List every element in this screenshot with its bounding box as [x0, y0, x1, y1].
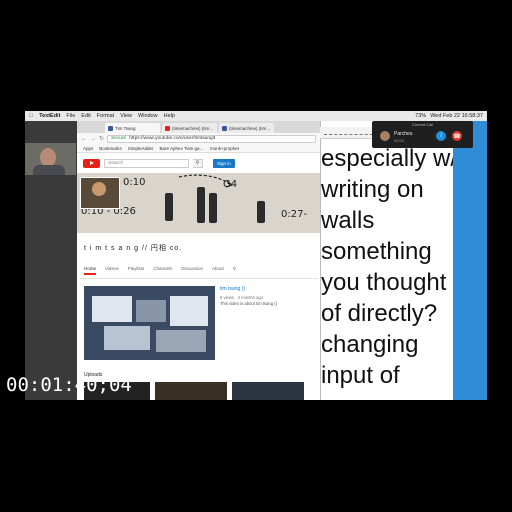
- banner-note: 0:10: [123, 177, 146, 188]
- channel-avatar[interactable]: [80, 177, 120, 209]
- youtube-search-input[interactable]: Search: [104, 158, 189, 168]
- bookmark-apps[interactable]: Apps: [83, 146, 93, 151]
- note-line: changing: [321, 331, 419, 358]
- tab-label: (timemachine) (tim…: [172, 125, 214, 131]
- tab-videos[interactable]: Videos: [105, 266, 119, 275]
- divider: [80, 278, 318, 279]
- search-icon[interactable]: ⚲: [233, 266, 236, 275]
- url-input[interactable]: Secure https://www.youtube.com/user/timt…: [107, 134, 316, 143]
- banner-note: 0:27-: [281, 209, 308, 220]
- video-title-link[interactable]: tim tsang (): [220, 286, 245, 292]
- bookmarks-bar: Apps Bookmarks SimpleAdder Bare Aphex Tw…: [77, 144, 320, 153]
- browser-tab[interactable]: (timemachine) (tim…: [162, 123, 217, 133]
- tab-discussion[interactable]: Discussion: [181, 266, 203, 275]
- tab-about[interactable]: About: [212, 266, 224, 275]
- tab-home[interactable]: Home: [84, 266, 97, 275]
- url-text: https://www.youtube.com/user/timtsang3: [129, 136, 216, 141]
- info-icon[interactable]: i: [436, 131, 446, 141]
- menu-help[interactable]: Help: [164, 113, 175, 119]
- menu-edit[interactable]: Edit: [81, 113, 90, 119]
- arrow-icon: [178, 174, 234, 188]
- caller-name: Parches: [394, 131, 413, 137]
- battery-label[interactable]: 73%: [415, 113, 426, 119]
- menu-window[interactable]: Window: [138, 113, 158, 119]
- bookmark-bookmarks[interactable]: Bookmarks: [99, 146, 122, 151]
- youtube-logo-icon[interactable]: [83, 158, 100, 168]
- back-icon[interactable]: ←: [81, 136, 87, 142]
- note-line: walls: [321, 207, 375, 234]
- menu-format[interactable]: Format: [97, 113, 114, 119]
- menu-view[interactable]: View: [120, 113, 132, 119]
- tab-label: (timemachine) (tim…: [229, 125, 271, 131]
- call-header: Current Call: [411, 122, 434, 127]
- facebook-icon: [108, 125, 113, 131]
- tab-bar: Tim Tsang (timemachine) (tim… (timemachi…: [77, 121, 320, 133]
- video-description: This video is about tim tsang (): [220, 301, 278, 306]
- call-duration: 00:00: [394, 138, 405, 143]
- channel-tabs: Home Videos Playlists Channels Discussio…: [84, 266, 274, 275]
- hang-up-icon[interactable]: ☎: [452, 131, 462, 141]
- banner-stroke: [257, 201, 265, 223]
- menu-app-name[interactable]: TextEdit: [39, 113, 60, 119]
- note-line: of directly?: [321, 300, 438, 327]
- upload-thumbnail[interactable]: [155, 382, 227, 400]
- tab-channels[interactable]: Channels: [153, 266, 172, 275]
- note-line: input of: [321, 362, 400, 389]
- caller-avatar: [380, 131, 390, 141]
- upload-thumbnail[interactable]: [232, 382, 304, 400]
- menu-file[interactable]: File: [66, 113, 75, 119]
- note-line: writing on: [321, 176, 424, 203]
- tab-label: Tim Tsang: [115, 125, 136, 131]
- note-line: something: [321, 238, 432, 265]
- browser-tab[interactable]: Tim Tsang: [105, 123, 160, 133]
- timecode-overlay: 00:01:40;04: [6, 374, 132, 396]
- tab-playlists[interactable]: Playlists: [128, 266, 145, 275]
- forward-icon[interactable]: →: [90, 136, 96, 142]
- secure-label: Secure: [111, 136, 127, 141]
- featured-video-thumbnail[interactable]: [84, 286, 215, 360]
- banner-stroke: [209, 193, 217, 223]
- youtube-header: Search ⚲ Sign in: [77, 153, 320, 173]
- bookmark-aphex[interactable]: Bare Aphex Twin ga…: [160, 146, 204, 151]
- address-bar: ← → ↻ Secure https://www.youtube.com/use…: [77, 133, 320, 144]
- note-text[interactable]: especially w/ writing on walls something…: [321, 143, 461, 391]
- youtube-icon: [165, 125, 170, 131]
- reload-icon[interactable]: ↻: [99, 135, 104, 142]
- search-icon[interactable]: ⚲: [193, 158, 203, 168]
- banner-stroke: [165, 193, 173, 221]
- note-line: you thought: [321, 269, 447, 296]
- bookmark-simpleadder[interactable]: SimpleAdder: [128, 146, 154, 151]
- desktop-background: [453, 121, 487, 400]
- apple-icon[interactable]: : [29, 113, 33, 119]
- facebook-icon: [222, 125, 227, 131]
- bookmark-monk[interactable]: monk+prophet: [210, 146, 239, 151]
- channel-name: t i m t s a n g // 円相 co.: [84, 245, 183, 252]
- sign-in-button[interactable]: Sign in: [213, 158, 235, 168]
- video-meta: 6 views · 4 months ago: [220, 295, 264, 300]
- menu-bar:  TextEdit File Edit Format View Window …: [25, 111, 487, 121]
- clock[interactable]: Wed Feb 22 16:58:37: [430, 113, 483, 119]
- browser-tab[interactable]: (timemachine) (tim…: [219, 123, 274, 133]
- webcam-self-view: [25, 143, 76, 175]
